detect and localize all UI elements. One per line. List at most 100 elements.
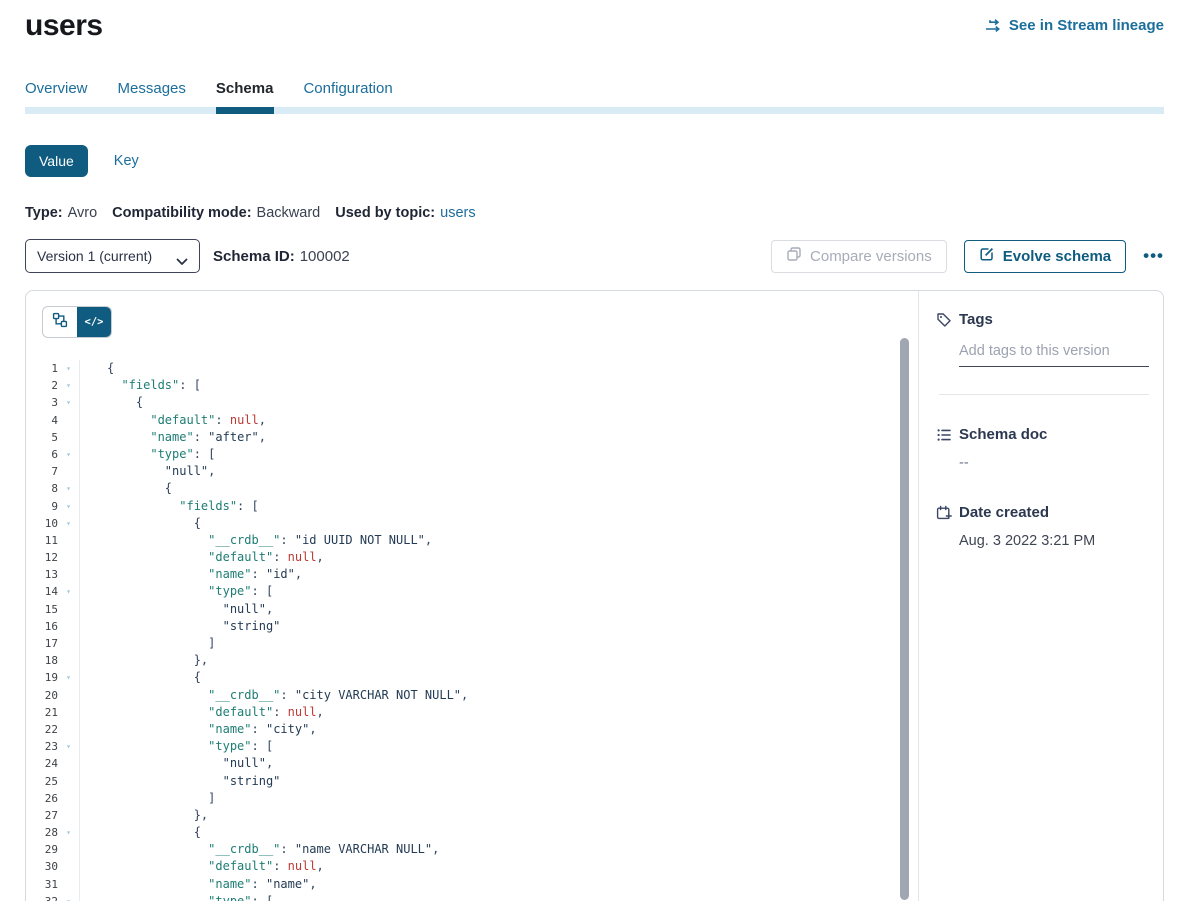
- tab-schema[interactable]: Schema: [216, 80, 274, 97]
- gutter-cell: 18: [26, 652, 80, 669]
- gutter-cell: 15: [26, 601, 80, 618]
- fold-arrow-icon[interactable]: ▾: [58, 669, 79, 686]
- schema-doc-heading: Schema doc: [919, 426, 1163, 443]
- fold-arrow-icon[interactable]: ▾: [58, 498, 79, 515]
- fold-arrow-icon[interactable]: ▾: [58, 583, 79, 600]
- editor-scrollbar[interactable]: [900, 338, 909, 900]
- gutter-cell: 27: [26, 807, 80, 824]
- gutter-cell: 19▾: [26, 669, 80, 686]
- compatibility-label: Compatibility mode:: [112, 205, 251, 221]
- tree-view-button[interactable]: [43, 307, 77, 337]
- calendar-plus-icon: [936, 505, 952, 521]
- gutter-cell: 20: [26, 687, 80, 704]
- code-text: "name": "id",: [80, 566, 302, 583]
- code-line: 12 "default": null,: [26, 549, 918, 566]
- compatibility-value: Backward: [257, 205, 321, 221]
- add-tags-input[interactable]: [959, 343, 1149, 367]
- gutter-cell: 32▾: [26, 893, 80, 901]
- fold-arrow-spacer: [58, 773, 79, 790]
- fold-arrow-icon[interactable]: ▾: [58, 480, 79, 497]
- gutter-cell: 11: [26, 532, 80, 549]
- tab-configuration[interactable]: Configuration: [303, 80, 392, 97]
- date-created-section: Date created Aug. 3 2022 3:21 PM: [919, 504, 1163, 549]
- tab-messages[interactable]: Messages: [118, 80, 186, 97]
- key-tab-link[interactable]: Key: [114, 153, 139, 169]
- fold-arrow-spacer: [58, 721, 79, 738]
- code-line: 26 ]: [26, 790, 918, 807]
- code-line: 9▾ "fields": [: [26, 498, 918, 515]
- code-text: "name": "after",: [80, 429, 266, 446]
- sidebar-divider: [939, 394, 1149, 395]
- gutter-cell: 25: [26, 773, 80, 790]
- date-created-title: Date created: [959, 504, 1049, 521]
- line-number: 26: [26, 790, 58, 807]
- fold-arrow-icon[interactable]: ▾: [58, 394, 79, 411]
- version-select[interactable]: Version 1 (current): [26, 240, 199, 272]
- compare-versions-button[interactable]: Compare versions: [771, 240, 947, 273]
- tab-overview[interactable]: Overview: [25, 80, 88, 97]
- schema-actions: Compare versions Evolve schema •••: [771, 240, 1164, 273]
- fold-arrow-icon[interactable]: ▾: [58, 515, 79, 532]
- version-bar: Version 1 (current) Schema ID: 100002: [25, 239, 1164, 273]
- fold-arrow-icon[interactable]: ▾: [58, 893, 79, 901]
- gutter-cell: 13: [26, 566, 80, 583]
- fold-arrow-icon[interactable]: ▾: [58, 360, 79, 377]
- code-line: 8▾ {: [26, 480, 918, 497]
- gutter-cell: 14▾: [26, 583, 80, 600]
- code-line: 31 "name": "name",: [26, 876, 918, 893]
- schema-id: Schema ID: 100002: [213, 248, 350, 265]
- line-number: 23: [26, 738, 58, 755]
- line-number: 17: [26, 635, 58, 652]
- lineage-link-label: See in Stream lineage: [1009, 17, 1164, 34]
- line-number: 13: [26, 566, 58, 583]
- code-line: 14▾ "type": [: [26, 583, 918, 600]
- code-view-icon: </>: [85, 316, 104, 328]
- line-number: 21: [26, 704, 58, 721]
- code-line: 20 "__crdb__": "city VARCHAR NOT NULL",: [26, 687, 918, 704]
- code-line: 19▾ {: [26, 669, 918, 686]
- ellipsis-icon[interactable]: •••: [1143, 251, 1164, 261]
- schema-doc-title: Schema doc: [959, 426, 1047, 443]
- gutter-cell: 5: [26, 429, 80, 446]
- see-in-stream-lineage-link[interactable]: See in Stream lineage: [985, 17, 1164, 34]
- fold-arrow-icon[interactable]: ▾: [58, 824, 79, 841]
- line-number: 8: [26, 480, 58, 497]
- code-line: 22 "name": "city",: [26, 721, 918, 738]
- gutter-cell: 6▾: [26, 446, 80, 463]
- code-line: 23▾ "type": [: [26, 738, 918, 755]
- fold-arrow-icon[interactable]: ▾: [58, 377, 79, 394]
- code-text: "name": "city",: [80, 721, 317, 738]
- code-text: "default": null,: [80, 858, 324, 875]
- value-tab-button[interactable]: Value: [25, 145, 88, 177]
- line-number: 18: [26, 652, 58, 669]
- fold-arrow-spacer: [58, 532, 79, 549]
- line-number: 16: [26, 618, 58, 635]
- topic-link[interactable]: users: [440, 205, 475, 221]
- tags-input-wrap: [959, 342, 1149, 367]
- fold-arrow-spacer: [58, 687, 79, 704]
- code-text: "string": [80, 773, 280, 790]
- code-text: "default": null,: [80, 412, 266, 429]
- code-view-button[interactable]: </>: [77, 307, 111, 337]
- gutter-cell: 24: [26, 755, 80, 772]
- gutter-cell: 28▾: [26, 824, 80, 841]
- code-line: 16 "string": [26, 618, 918, 635]
- code-text: "fields": [: [80, 498, 259, 515]
- code-line: 24 "null",: [26, 755, 918, 772]
- code-line: 2▾ "fields": [: [26, 377, 918, 394]
- fold-arrow-icon[interactable]: ▾: [58, 446, 79, 463]
- line-number: 6: [26, 446, 58, 463]
- code-line: 18 },: [26, 652, 918, 669]
- gutter-cell: 16: [26, 618, 80, 635]
- fold-arrow-icon[interactable]: ▾: [58, 738, 79, 755]
- fold-arrow-spacer: [58, 549, 79, 566]
- code-line: 25 "string": [26, 773, 918, 790]
- code-line: 21 "default": null,: [26, 704, 918, 721]
- code-text: "default": null,: [80, 704, 324, 721]
- list-icon: [936, 427, 952, 443]
- compare-versions-label: Compare versions: [810, 248, 932, 265]
- line-number: 5: [26, 429, 58, 446]
- fold-arrow-spacer: [58, 652, 79, 669]
- code-text: {: [80, 824, 201, 841]
- evolve-schema-button[interactable]: Evolve schema: [964, 240, 1126, 273]
